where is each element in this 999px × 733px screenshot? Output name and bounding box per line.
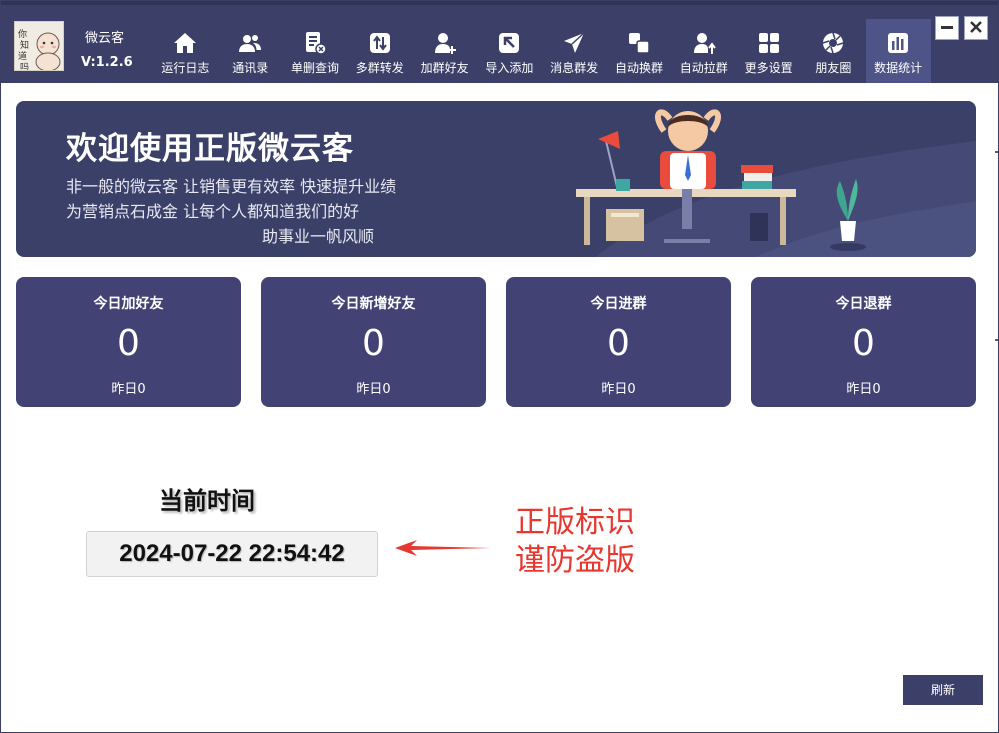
banner-tagline-1: 非一般的微云客 让销售更有效率 快速提升业绩 bbox=[66, 177, 397, 196]
forward-icon bbox=[368, 31, 392, 55]
banner-tagline-3: 助事业一帆风顺 bbox=[262, 227, 375, 246]
svg-text:道: 道 bbox=[18, 50, 27, 62]
nav-label: 更多设置 bbox=[744, 61, 793, 75]
import-icon bbox=[497, 31, 521, 55]
nav-item-add-group-friends[interactable]: 加群好友 bbox=[412, 19, 477, 83]
nav-item-moments[interactable]: 朋友圈 bbox=[801, 19, 866, 83]
app-name: 微云客 bbox=[85, 31, 125, 46]
genuine-annotation: 正版标识 谨防盗版 bbox=[515, 504, 635, 580]
edge-mark bbox=[995, 151, 998, 153]
svg-text:吗: 吗 bbox=[20, 62, 29, 71]
nav-item-contacts[interactable]: 通讯录 bbox=[218, 19, 283, 83]
nav-item-auto-switch-group[interactable]: 自动换群 bbox=[607, 19, 672, 83]
edge-mark bbox=[995, 339, 998, 341]
banner-title: 欢迎使用正版微云客 bbox=[66, 131, 354, 167]
nav-label: 多群转发 bbox=[355, 61, 404, 75]
annotation-line-2: 谨防盗版 bbox=[515, 543, 635, 578]
stat-title: 今日进群 bbox=[590, 296, 647, 312]
toolbar-header: 你 知 道 吗 微云客 V:1.2.6 运行日志 通讯录 单删查询 多群转发 加… bbox=[1, 5, 998, 83]
stat-card-new-friends: 今日新增好友 0 昨日0 bbox=[261, 277, 486, 407]
stat-value: 0 bbox=[117, 323, 140, 364]
close-icon bbox=[969, 19, 983, 38]
nav-item-mass-message[interactable]: 消息群发 bbox=[542, 19, 607, 83]
stat-value: 0 bbox=[607, 323, 630, 364]
stat-yesterday: 昨日0 bbox=[356, 382, 391, 397]
refresh-button[interactable]: 刷新 bbox=[903, 675, 983, 705]
stat-yesterday: 昨日0 bbox=[601, 382, 636, 397]
nav-item-data-stats[interactable]: 数据统计 bbox=[865, 19, 931, 83]
close-button[interactable] bbox=[964, 16, 988, 40]
grid-icon bbox=[757, 31, 781, 55]
switch-group-icon bbox=[627, 31, 651, 55]
app-version: V:1.2.6 bbox=[81, 55, 133, 70]
nav-label: 朋友圈 bbox=[815, 61, 852, 75]
nav-item-multi-forward[interactable]: 多群转发 bbox=[347, 19, 412, 83]
nav-label: 数据统计 bbox=[874, 61, 923, 75]
current-time-label: 当前时间 bbox=[159, 487, 255, 515]
welcome-banner: 欢迎使用正版微云客 非一般的微云客 让销售更有效率 快速提升业绩 为营销点石成金… bbox=[16, 101, 976, 257]
stat-card-join-group: 今日进群 0 昨日0 bbox=[506, 277, 731, 407]
svg-text:你: 你 bbox=[18, 28, 27, 40]
nav-label: 消息群发 bbox=[550, 61, 599, 75]
stat-title: 今日退群 bbox=[835, 296, 892, 312]
stat-value: 0 bbox=[362, 323, 385, 364]
delete-check-icon bbox=[303, 31, 327, 55]
app-window: 你 知 道 吗 微云客 V:1.2.6 运行日志 通讯录 单删查询 多群转发 加… bbox=[0, 0, 999, 733]
nav-item-run-log[interactable]: 运行日志 bbox=[153, 19, 218, 83]
office-illustration bbox=[576, 109, 976, 257]
svg-text:知: 知 bbox=[20, 39, 29, 51]
nav-label: 单删查询 bbox=[290, 61, 339, 75]
stat-card-leave-group: 今日退群 0 昨日0 bbox=[751, 277, 976, 407]
home-icon bbox=[173, 31, 197, 55]
nav-label: 通讯录 bbox=[232, 61, 269, 75]
minimize-icon bbox=[940, 19, 954, 38]
current-time-display: 2024-07-22 22:54:42 bbox=[86, 531, 378, 577]
contacts-icon bbox=[238, 31, 262, 55]
aperture-icon bbox=[821, 31, 845, 55]
stats-cards: 今日加好友 0 昨日0 今日新增好友 0 昨日0 今日进群 0 昨日0 今日退群… bbox=[16, 277, 976, 407]
nav-item-more-settings[interactable]: 更多设置 bbox=[736, 19, 801, 83]
stat-value: 0 bbox=[852, 323, 875, 364]
nav-item-delete-check[interactable]: 单删查询 bbox=[283, 19, 348, 83]
send-icon bbox=[562, 31, 586, 55]
arrow-left-icon bbox=[395, 540, 491, 556]
bar-chart-icon bbox=[886, 31, 910, 55]
nav-label: 自动拉群 bbox=[679, 61, 728, 75]
stat-yesterday: 昨日0 bbox=[111, 382, 146, 397]
nav-label: 加群好友 bbox=[420, 61, 469, 75]
avatar[interactable]: 你 知 道 吗 bbox=[14, 21, 64, 71]
stat-title: 今日加好友 bbox=[93, 296, 164, 312]
nav-label: 自动换群 bbox=[614, 61, 663, 75]
add-friend-icon bbox=[433, 31, 457, 55]
main-nav: 运行日志 通讯录 单删查询 多群转发 加群好友 导入添加 消息群发 自动换群 自… bbox=[153, 19, 931, 83]
nav-label: 运行日志 bbox=[161, 61, 210, 75]
nav-label: 导入添加 bbox=[485, 61, 534, 75]
minimize-button[interactable] bbox=[935, 16, 959, 40]
nav-item-auto-pull-group[interactable]: 自动拉群 bbox=[671, 19, 736, 83]
pull-group-icon bbox=[692, 31, 716, 55]
nav-item-import-add[interactable]: 导入添加 bbox=[477, 19, 542, 83]
stat-yesterday: 昨日0 bbox=[846, 382, 881, 397]
banner-tagline-2: 为营销点石成金 让每个人都知道我们的好 bbox=[66, 202, 360, 221]
stat-card-add-friends: 今日加好友 0 昨日0 bbox=[16, 277, 241, 407]
stat-title: 今日新增好友 bbox=[331, 296, 416, 312]
annotation-line-1: 正版标识 bbox=[515, 505, 635, 540]
